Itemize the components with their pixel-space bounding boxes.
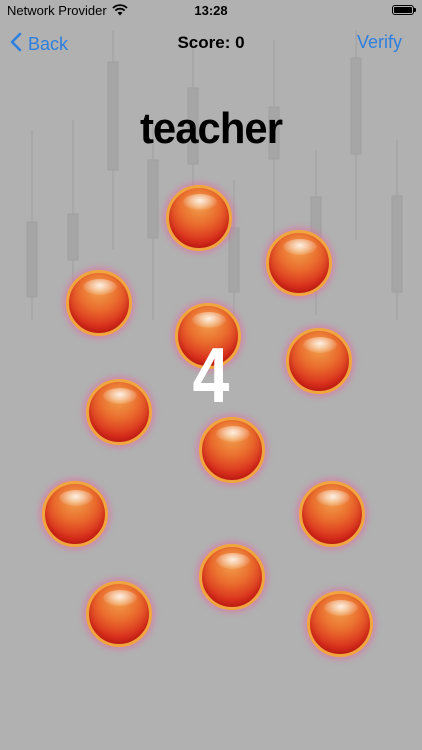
verify-button[interactable]: Verify <box>357 32 402 53</box>
orb-button[interactable] <box>66 270 132 336</box>
orb-button[interactable] <box>166 185 232 251</box>
orb-button[interactable] <box>42 481 108 547</box>
navigation-bar: Back Score: 0 Verify <box>0 24 422 62</box>
status-time: 13:28 <box>194 3 228 18</box>
battery-icon <box>392 5 416 15</box>
status-bar: Network Provider 13:28 <box>0 0 422 22</box>
orb-button[interactable] <box>266 230 332 296</box>
target-word: teacher <box>139 104 283 153</box>
orb-button[interactable] <box>199 544 265 610</box>
orb-button[interactable] <box>199 417 265 483</box>
orb-button[interactable] <box>299 481 365 547</box>
orb-button[interactable] <box>86 581 152 647</box>
orb-button[interactable] <box>307 591 373 657</box>
countdown-number: 4 <box>192 331 230 419</box>
